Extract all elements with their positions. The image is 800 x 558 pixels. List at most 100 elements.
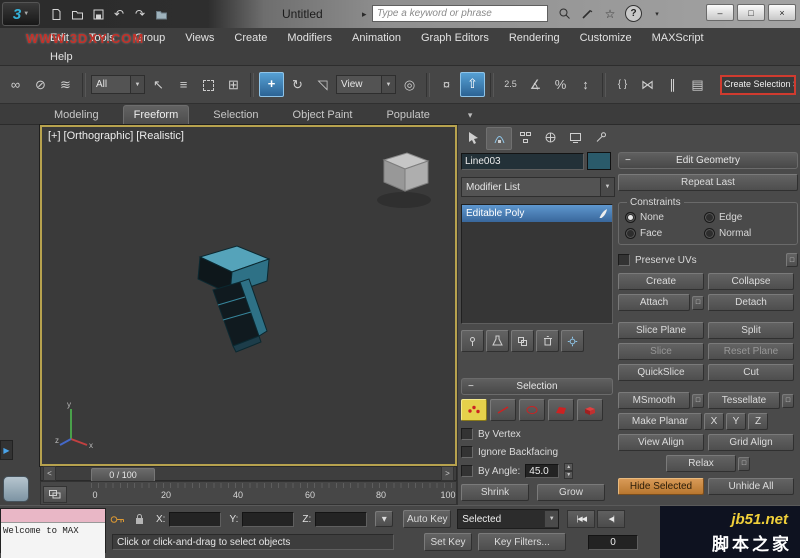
tab-display-icon[interactable]	[563, 127, 587, 148]
set-key-button[interactable]: Set Key	[424, 533, 472, 551]
search-history-icon[interactable]: ▸	[362, 9, 367, 20]
key-mode-dropdown[interactable]: Selected ▼	[457, 509, 560, 529]
menu-views[interactable]: Views	[175, 32, 224, 44]
maximize-button[interactable]: □	[737, 4, 765, 21]
detach-button[interactable]: Detach	[708, 294, 794, 311]
ribbon-minimize-icon[interactable]: ▾	[464, 107, 477, 124]
vertex-subobject-icon[interactable]	[461, 399, 487, 421]
save-file-button[interactable]	[90, 6, 106, 22]
track-bar-ruler[interactable]: 0 20 40 60 80 100	[91, 483, 456, 504]
minimize-button[interactable]: ‒	[706, 4, 734, 21]
project-folder-button[interactable]	[153, 6, 169, 22]
object-color-swatch[interactable]	[587, 152, 611, 170]
hide-selected-button[interactable]: Hide Selected	[618, 478, 704, 495]
selection-filter-dropdown[interactable]: All ▼	[91, 75, 145, 94]
x-coordinate-field[interactable]	[169, 511, 222, 527]
chevron-down-icon[interactable]: ▼	[130, 76, 144, 93]
window-crossing-icon[interactable]: ⊞	[222, 73, 245, 96]
planar-y-button[interactable]: Y	[726, 413, 746, 430]
configure-modifier-sets-icon[interactable]	[561, 330, 584, 352]
close-button[interactable]: ×	[768, 4, 796, 21]
keyboard-shortcut-override-icon[interactable]: ⇧	[460, 72, 485, 97]
by-angle-checkbox[interactable]	[461, 465, 473, 477]
menu-graph-editors[interactable]: Graph Editors	[411, 32, 499, 44]
modifier-stack[interactable]: Editable Poly	[461, 204, 613, 324]
next-frame-arrow[interactable]: >	[441, 466, 454, 481]
element-subobject-icon[interactable]	[577, 399, 603, 421]
scene-object[interactable]	[192, 245, 287, 360]
listener-pane[interactable]: Welcome to MAX	[1, 523, 105, 558]
align-icon[interactable]: ∥	[661, 73, 684, 96]
msmooth-button[interactable]: MSmooth	[618, 392, 690, 409]
time-slider-handle[interactable]: 0 / 100	[91, 468, 155, 482]
auto-key-button[interactable]: Auto Key	[403, 510, 452, 528]
object-name-field[interactable]	[461, 152, 584, 170]
stack-item-editable-poly[interactable]: Editable Poly	[462, 205, 612, 222]
by-vertex-checkbox[interactable]	[461, 428, 473, 440]
viewport-general-menu[interactable]: [+]	[48, 130, 61, 142]
tab-utilities-icon[interactable]	[588, 127, 612, 148]
chevron-down-icon[interactable]: ▼	[381, 76, 395, 93]
menu-maxscript[interactable]: MAXScript	[642, 32, 714, 44]
spinner-snap-icon[interactable]: ↕	[574, 73, 597, 96]
tab-motion-icon[interactable]	[538, 127, 562, 148]
menu-animation[interactable]: Animation	[342, 32, 411, 44]
tab-modify-icon[interactable]	[486, 127, 512, 150]
constraint-normal-radio[interactable]	[704, 228, 715, 239]
previous-key-button[interactable]: ◀|	[597, 510, 626, 528]
angle-snap-icon[interactable]: ∡	[524, 73, 547, 96]
constraint-face-radio[interactable]	[625, 228, 636, 239]
viewport[interactable]: [+] [Orthographic] [Realistic] y x z	[39, 124, 458, 467]
modifier-list-dropdown[interactable]: Modifier List ▼	[461, 177, 615, 197]
attach-button[interactable]: Attach	[618, 294, 690, 311]
menu-customize[interactable]: Customize	[570, 32, 642, 44]
viewport-pov-menu[interactable]: [Orthographic]	[64, 130, 134, 142]
y-coordinate-field[interactable]	[242, 511, 295, 527]
view-cube[interactable]	[370, 150, 442, 214]
reference-coordinate-dropdown[interactable]: View ▼	[336, 75, 396, 94]
redo-button[interactable]: ↷	[132, 6, 148, 22]
grow-button[interactable]: Grow	[537, 484, 605, 501]
edit-geometry-rollout-header[interactable]: − Edit Geometry	[618, 152, 798, 169]
tab-populate[interactable]: Populate	[376, 106, 439, 124]
selection-lock-icon[interactable]	[130, 513, 148, 525]
tessellate-button[interactable]: Tessellate	[708, 392, 780, 409]
track-bar[interactable]: 0 20 40 60 80 100	[40, 481, 457, 505]
tab-hierarchy-icon[interactable]	[513, 127, 537, 148]
slice-button[interactable]: Slice	[618, 343, 704, 360]
undo-button[interactable]: ↶	[111, 6, 127, 22]
maxscript-mini-listener[interactable]: Welcome to MAX	[0, 508, 106, 558]
mirror-icon[interactable]: ⋈	[636, 73, 659, 96]
select-object-icon[interactable]: ↖	[147, 73, 170, 96]
menu-rendering[interactable]: Rendering	[499, 32, 570, 44]
time-slider[interactable]: < 0 / 100 >	[40, 466, 457, 482]
max-logo-button[interactable]: 3 ▼	[2, 2, 40, 26]
create-button[interactable]: Create	[618, 273, 704, 290]
tab-create-icon[interactable]	[461, 127, 485, 148]
open-file-button[interactable]	[69, 6, 85, 22]
search-icon[interactable]	[556, 6, 572, 22]
polygon-subobject-icon[interactable]	[548, 399, 574, 421]
select-by-name-icon[interactable]: ≡	[172, 73, 195, 96]
pin-stack-icon[interactable]	[461, 330, 484, 352]
reset-plane-button[interactable]: Reset Plane	[708, 343, 794, 360]
pencil-icon[interactable]	[579, 6, 595, 22]
make-planar-button[interactable]: Make Planar	[618, 413, 702, 430]
help-icon[interactable]: ?	[625, 5, 642, 22]
angle-spinner[interactable]: ▲ ▼	[564, 463, 574, 479]
viewport-shading-menu[interactable]: [Realistic]	[136, 130, 184, 142]
menu-modifiers[interactable]: Modifiers	[277, 32, 342, 44]
tab-freeform[interactable]: Freeform	[122, 105, 190, 124]
make-unique-icon[interactable]	[511, 330, 534, 352]
search-input[interactable]	[372, 5, 548, 22]
tab-selection[interactable]: Selection	[203, 106, 268, 124]
chevron-down-icon[interactable]: ▼	[600, 178, 614, 196]
unhide-all-button[interactable]: Unhide All	[708, 478, 794, 495]
bind-to-space-warp-icon[interactable]: ≋	[54, 73, 77, 96]
menu-help[interactable]: Help	[40, 51, 83, 63]
show-end-result-icon[interactable]	[486, 330, 509, 352]
slice-plane-button[interactable]: Slice Plane	[618, 322, 704, 339]
tab-modeling[interactable]: Modeling	[44, 106, 109, 124]
z-coordinate-field[interactable]	[315, 511, 368, 527]
relax-button[interactable]: Relax	[666, 455, 736, 472]
